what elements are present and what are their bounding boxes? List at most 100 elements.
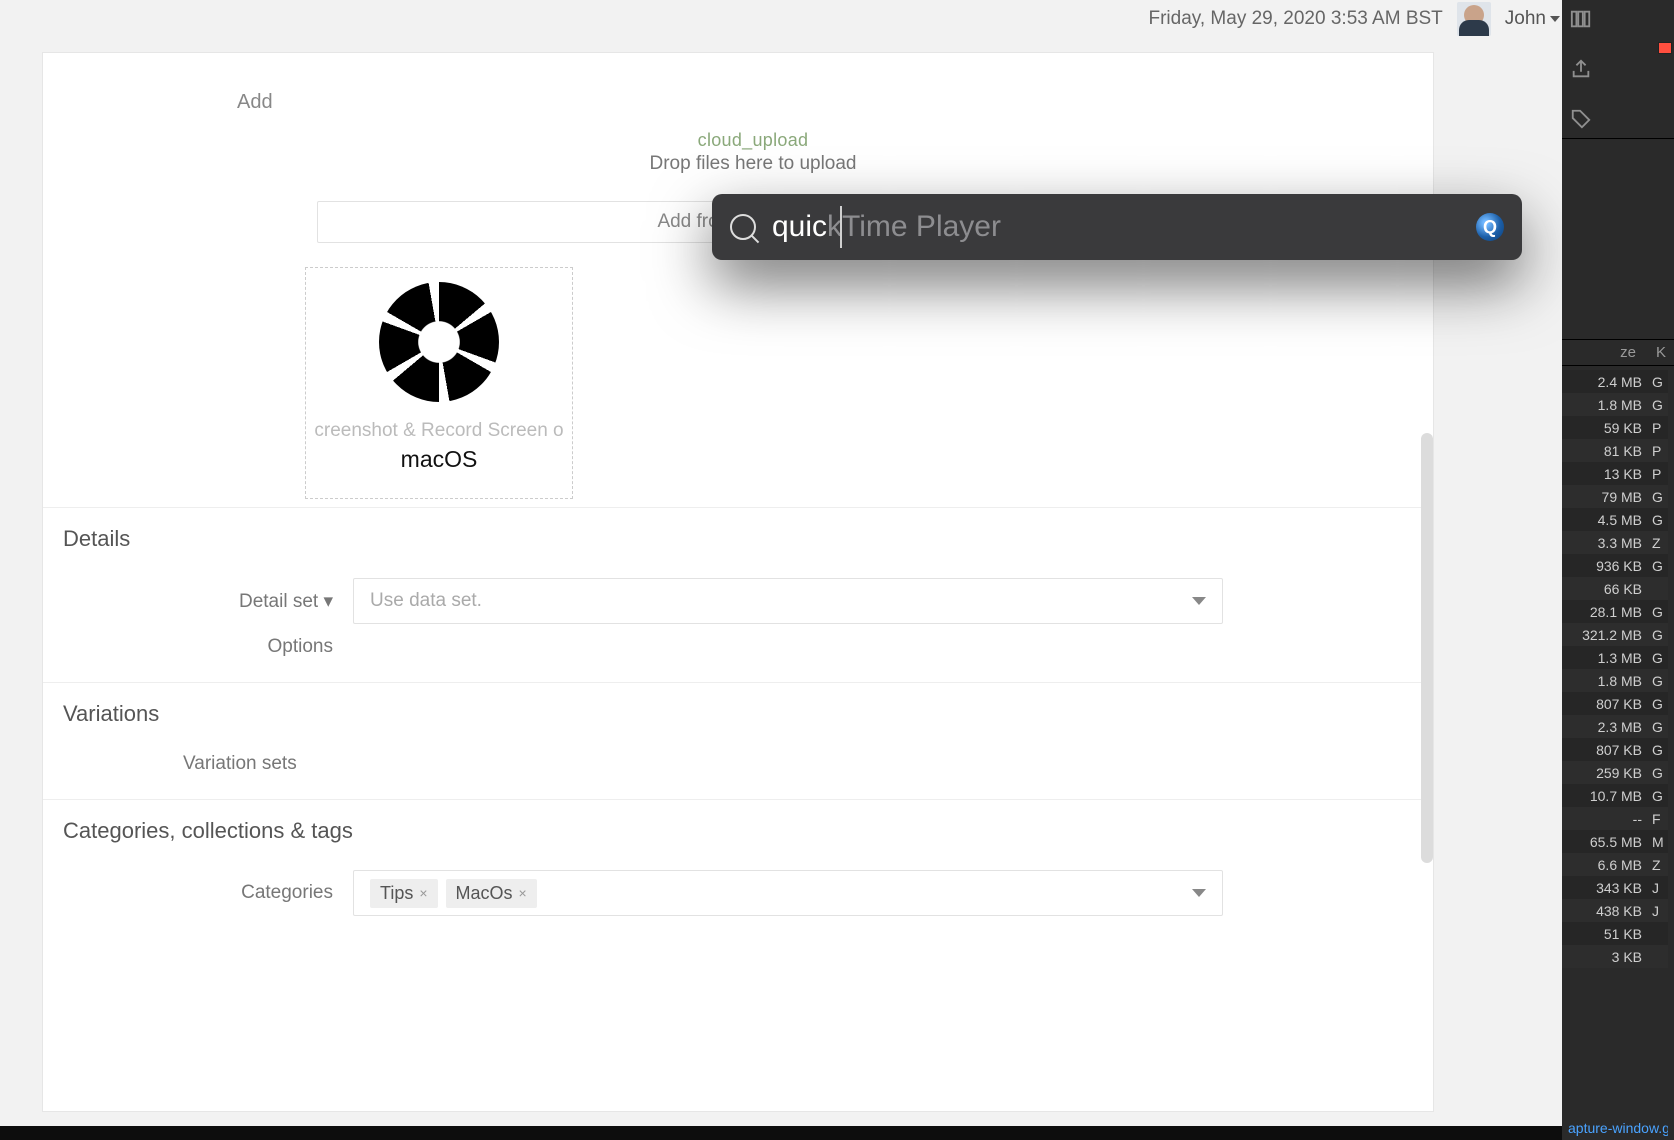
file-kind: G: [1652, 696, 1668, 712]
finder-row[interactable]: 65.5 MBM: [1562, 830, 1668, 853]
options-label: Options: [183, 636, 353, 658]
file-size: 3 KB: [1578, 949, 1642, 965]
finder-column-headers[interactable]: ze K: [1562, 339, 1674, 366]
columns-icon[interactable]: [1570, 8, 1592, 30]
finder-row[interactable]: 79 MBG: [1562, 485, 1668, 508]
detail-set-label-text: Detail set: [239, 591, 318, 612]
add-label: Add: [233, 91, 1273, 114]
tag-icon[interactable]: [1570, 108, 1592, 130]
file-kind: G: [1652, 788, 1668, 804]
details-title: Details: [63, 526, 1433, 552]
finder-row[interactable]: 6.6 MBZ: [1562, 853, 1668, 876]
finder-row[interactable]: 1.3 MB G: [1562, 646, 1668, 669]
add-media-block: Add cloud_upload Drop files here to uplo…: [43, 53, 1433, 507]
variations-title: Variations: [63, 701, 1433, 727]
spotlight-search[interactable]: quickTime Player: [712, 194, 1522, 260]
file-kind: P: [1652, 466, 1668, 482]
finder-row[interactable]: --F: [1562, 807, 1668, 830]
close-icon[interactable]: ×: [419, 885, 427, 901]
file-kind: G: [1652, 397, 1668, 413]
finder-row[interactable]: 3.3 MBZ: [1562, 531, 1668, 554]
user-name: John: [1505, 8, 1546, 30]
media-thumbnail-tile[interactable]: creenshot & Record Screen o macOS: [305, 267, 573, 499]
finder-row[interactable]: 321.2 MB G: [1562, 623, 1668, 646]
share-icon[interactable]: [1570, 58, 1592, 80]
file-size: 1.8 MB: [1578, 397, 1642, 413]
finder-row[interactable]: 936 KBG: [1562, 554, 1668, 577]
file-kind: J: [1652, 903, 1668, 919]
options-row: Options: [63, 630, 1433, 664]
file-size: 10.7 MB: [1578, 788, 1642, 804]
categories-select[interactable]: Tips× MacOs ×: [353, 870, 1223, 916]
file-size: 13 KB: [1578, 466, 1642, 482]
finder-row[interactable]: 66 KB: [1562, 577, 1668, 600]
chevron-down-icon: [1192, 889, 1206, 897]
variation-sets-label: Variation sets: [183, 753, 317, 775]
finder-row[interactable]: 343 KBJ: [1562, 876, 1668, 899]
file-size: 438 KB: [1578, 903, 1642, 919]
thumbnail-caption-1: creenshot & Record Screen o: [306, 420, 572, 442]
finder-selected-filename: apture-window.gif: [1568, 1120, 1668, 1136]
categories-row: Categories Tips×MacOs×: [63, 864, 1433, 922]
finder-row[interactable]: 438 KB J: [1562, 899, 1668, 922]
spotlight-typed-text: quic: [772, 210, 827, 244]
aperture-icon: [379, 282, 499, 402]
avatar[interactable]: [1457, 2, 1491, 36]
finder-row[interactable]: 13 KB P: [1562, 462, 1668, 485]
finder-row[interactable]: 59 KB P: [1562, 416, 1668, 439]
file-size: 1.3 MB: [1578, 650, 1642, 666]
finder-row[interactable]: 2.4 MBG: [1562, 370, 1668, 393]
upload-dropzone[interactable]: cloud_upload Drop files here to upload: [233, 128, 1273, 201]
finder-row[interactable]: 1.8 MB G: [1562, 669, 1668, 692]
finder-row[interactable]: 28.1 MBG: [1562, 600, 1668, 623]
details-section: Details Detail set ▾ Use data set. Optio…: [43, 507, 1433, 682]
finder-row[interactable]: 807 KBG: [1562, 738, 1668, 761]
finder-row[interactable]: 3 KB: [1562, 945, 1668, 968]
file-kind: M: [1652, 834, 1668, 850]
file-kind: G: [1652, 650, 1668, 666]
column-kind[interactable]: K: [1656, 344, 1666, 361]
file-size: 259 KB: [1578, 765, 1642, 781]
color-label-icon[interactable]: [1658, 42, 1672, 54]
detail-set-label[interactable]: Detail set ▾: [183, 590, 353, 613]
close-icon[interactable]: ×: [519, 885, 527, 901]
finder-row[interactable]: 4.5 MBG: [1562, 508, 1668, 531]
file-size: 1.8 MB: [1578, 673, 1642, 689]
category-tag[interactable]: MacOs ×: [446, 879, 537, 908]
finder-row[interactable]: 81 KBP: [1562, 439, 1668, 462]
variation-sets-row: Variation sets: [63, 747, 1433, 781]
text-caret: [840, 206, 842, 248]
tag-text: MacOs: [456, 883, 513, 904]
finder-row[interactable]: 1.8 MB G: [1562, 393, 1668, 416]
file-size: 2.4 MB: [1578, 374, 1642, 390]
file-kind: F: [1652, 811, 1668, 827]
file-kind: G: [1652, 673, 1668, 689]
finder-row[interactable]: 807 KB G: [1562, 692, 1668, 715]
finder-file-list[interactable]: 2.4 MBG1.8 MBG59 KBP81 KBP13 KBP79 MBG4.…: [1562, 366, 1674, 972]
file-size: 51 KB: [1578, 926, 1642, 942]
finder-row[interactable]: 259 KBG: [1562, 761, 1668, 784]
category-tag[interactable]: Tips×: [370, 879, 438, 908]
finder-row[interactable]: 2.3 MBG: [1562, 715, 1668, 738]
cloud-upload-icon: cloud_upload: [233, 130, 1273, 151]
file-kind: G: [1652, 627, 1668, 643]
file-kind: P: [1652, 420, 1668, 436]
file-size: 321.2 MB: [1578, 627, 1642, 643]
admin-app-window: Friday, May 29, 2020 3:53 AM BST John Ad…: [0, 0, 1578, 1140]
taxonomy-title: Categories, collections & tags: [63, 818, 1433, 844]
detail-set-select[interactable]: Use data set.: [353, 578, 1223, 624]
file-size: 807 KB: [1578, 696, 1642, 712]
quicktime-icon[interactable]: [1476, 213, 1504, 241]
file-size: 3.3 MB: [1578, 535, 1642, 551]
finder-row[interactable]: 10.7 MB G: [1562, 784, 1668, 807]
finder-row[interactable]: 51 KB: [1562, 922, 1668, 945]
file-kind: Z: [1652, 857, 1668, 873]
file-size: 59 KB: [1578, 420, 1642, 436]
spotlight-suggestion: kTime Player: [827, 210, 1001, 244]
finder-panel: ze K 2.4 MBG1.8 MBG59 KBP81 KBP13 KBP79 …: [1562, 0, 1674, 1140]
user-menu[interactable]: John: [1505, 8, 1560, 30]
detail-set-row: Detail set ▾ Use data set.: [63, 572, 1433, 630]
scrollbar[interactable]: [1421, 433, 1433, 863]
column-size[interactable]: ze: [1620, 344, 1636, 361]
file-size: 807 KB: [1578, 742, 1642, 758]
